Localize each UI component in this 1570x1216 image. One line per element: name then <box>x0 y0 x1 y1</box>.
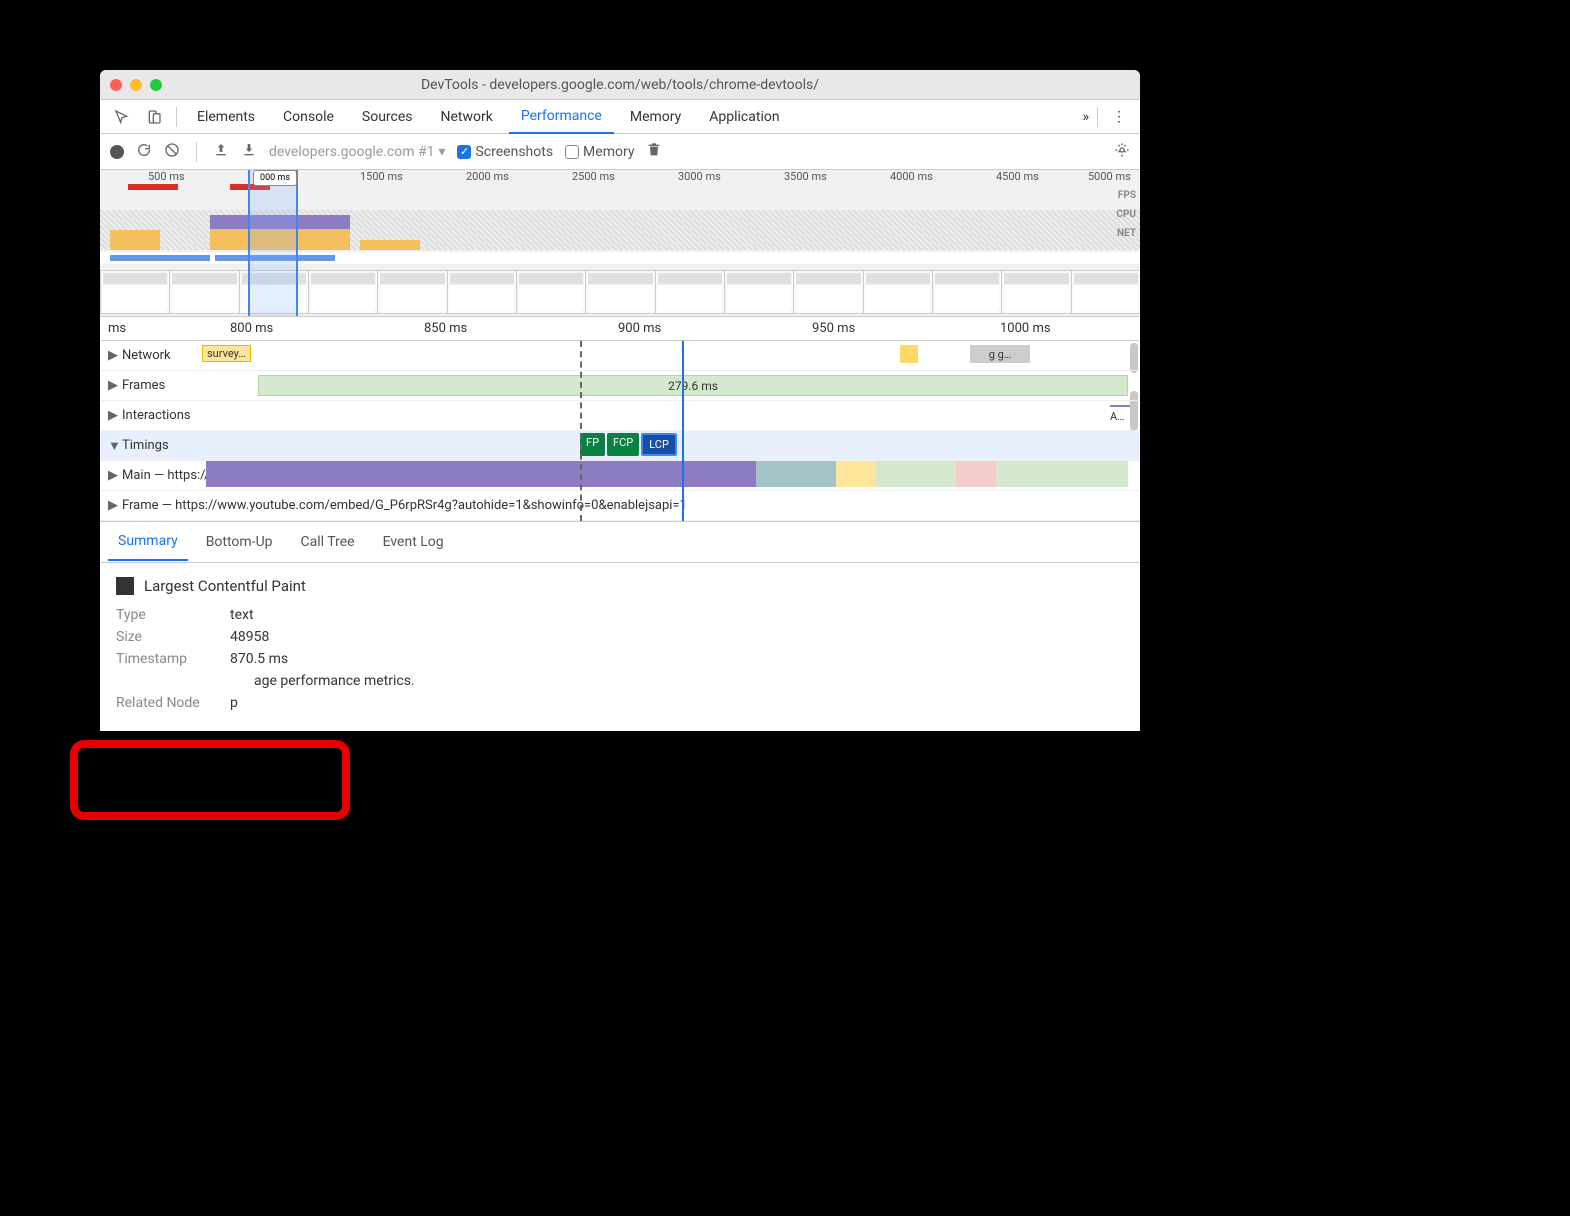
timing-markers: FP FCP LCP <box>580 433 677 456</box>
ruler-dashed <box>580 341 582 521</box>
divider <box>176 107 177 127</box>
network-request-chip[interactable]: g g… <box>970 345 1030 363</box>
overview-panel[interactable]: 500 ms 1500 ms 2000 ms 2500 ms 3000 ms 3… <box>100 170 1140 317</box>
inspect-icon[interactable] <box>108 103 136 131</box>
related-node-link[interactable]: p <box>230 695 238 711</box>
dtab-bottom-up[interactable]: Bottom-Up <box>196 524 283 560</box>
minimize-window-button[interactable] <box>130 79 142 91</box>
tab-performance[interactable]: Performance <box>509 100 614 134</box>
interaction-chip[interactable]: A… <box>1110 405 1130 423</box>
type-value: text <box>230 607 254 623</box>
reload-icon[interactable] <box>136 142 152 162</box>
recording-select[interactable]: developers.google.com #1 ▾ <box>269 144 445 160</box>
overview-lane-labels: FPS CPU NET <box>1116 190 1140 239</box>
dtab-summary[interactable]: Summary <box>108 523 188 561</box>
device-toggle-icon[interactable] <box>140 103 168 131</box>
event-color-swatch <box>116 577 134 595</box>
ruler-current[interactable] <box>682 341 684 521</box>
dtab-event-log[interactable]: Event Log <box>373 524 454 560</box>
event-title: Largest Contentful Paint <box>144 577 306 595</box>
clear-icon[interactable] <box>164 142 180 162</box>
main-thread-activity[interactable] <box>206 461 1128 487</box>
fp-marker[interactable]: FP <box>580 433 605 456</box>
download-icon[interactable] <box>241 142 257 162</box>
maximize-window-button[interactable] <box>150 79 162 91</box>
fcp-marker[interactable]: FCP <box>607 433 639 456</box>
more-tabs-icon[interactable]: » <box>1082 109 1089 125</box>
traffic-lights <box>110 79 162 91</box>
devtools-window: DevTools - developers.google.com/web/too… <box>100 70 1140 731</box>
annotation-highlight-box <box>70 740 350 820</box>
network-request-chip[interactable] <box>900 345 918 363</box>
window-title: DevTools - developers.google.com/web/too… <box>108 77 1132 93</box>
flame-ruler: ms 800 ms 850 ms 900 ms 950 ms 1000 ms <box>100 317 1140 341</box>
detail-tabs: Summary Bottom-Up Call Tree Event Log <box>100 521 1140 563</box>
interactions-track[interactable]: ▶ Interactions A… <box>100 401 1140 431</box>
record-button[interactable] <box>110 145 124 159</box>
collapse-icon[interactable]: ▼ <box>108 438 118 454</box>
learn-more-text-partial: age performance metrics. <box>254 673 415 689</box>
gear-icon[interactable] <box>1114 142 1130 162</box>
network-request-chip[interactable]: survey… <box>202 345 251 362</box>
dtab-call-tree[interactable]: Call Tree <box>291 524 365 560</box>
title-bar: DevTools - developers.google.com/web/too… <box>100 70 1140 100</box>
frame-bar[interactable]: 279.6 ms <box>258 375 1128 396</box>
tab-memory[interactable]: Memory <box>618 101 693 133</box>
frames-track[interactable]: ▶ Frames 279.6 ms <box>100 371 1140 401</box>
lcp-marker[interactable]: LCP <box>641 433 677 456</box>
screenshots-checkbox[interactable]: ✓Screenshots <box>457 144 553 160</box>
memory-checkbox[interactable]: Memory <box>565 144 634 160</box>
trash-icon[interactable] <box>646 142 662 162</box>
divider <box>196 142 197 162</box>
expand-icon[interactable]: ▶ <box>108 468 118 483</box>
summary-panel: Largest Contentful Paint Typetext Size48… <box>100 563 1140 731</box>
overview-selection[interactable]: 000 ms <box>248 170 298 316</box>
network-track[interactable]: ▶ Network survey… g g… <box>100 341 1140 371</box>
expand-icon[interactable]: ▶ <box>108 348 118 363</box>
frame-thread-track[interactable]: ▶ Frame — https://www.youtube.com/embed/… <box>100 491 1140 521</box>
expand-icon[interactable]: ▶ <box>108 408 118 423</box>
flame-chart: ▶ Network survey… g g… ▶ Frames 279.6 ms… <box>100 341 1140 521</box>
panel-tabs: Elements Console Sources Network Perform… <box>100 100 1140 134</box>
upload-icon[interactable] <box>213 142 229 162</box>
timings-track[interactable]: ▼ Timings FP FCP LCP <box>100 431 1140 461</box>
tab-sources[interactable]: Sources <box>350 101 425 133</box>
kebab-menu-icon[interactable]: ⋮ <box>1106 103 1132 131</box>
perf-toolbar: developers.google.com #1 ▾ ✓Screenshots … <box>100 134 1140 170</box>
tab-console[interactable]: Console <box>271 101 346 133</box>
close-window-button[interactable] <box>110 79 122 91</box>
size-value: 48958 <box>230 629 269 645</box>
divider <box>1097 107 1098 127</box>
tab-network[interactable]: Network <box>429 101 505 133</box>
tab-elements[interactable]: Elements <box>185 101 267 133</box>
timestamp-value: 870.5 ms <box>230 651 288 667</box>
tab-application[interactable]: Application <box>697 101 791 133</box>
expand-icon[interactable]: ▶ <box>108 378 118 393</box>
expand-icon[interactable]: ▶ <box>108 498 118 513</box>
selection-handle[interactable]: 000 ms <box>253 170 297 186</box>
main-thread-track[interactable]: ▶ Main — https://developers.google.com/w… <box>100 461 1140 491</box>
